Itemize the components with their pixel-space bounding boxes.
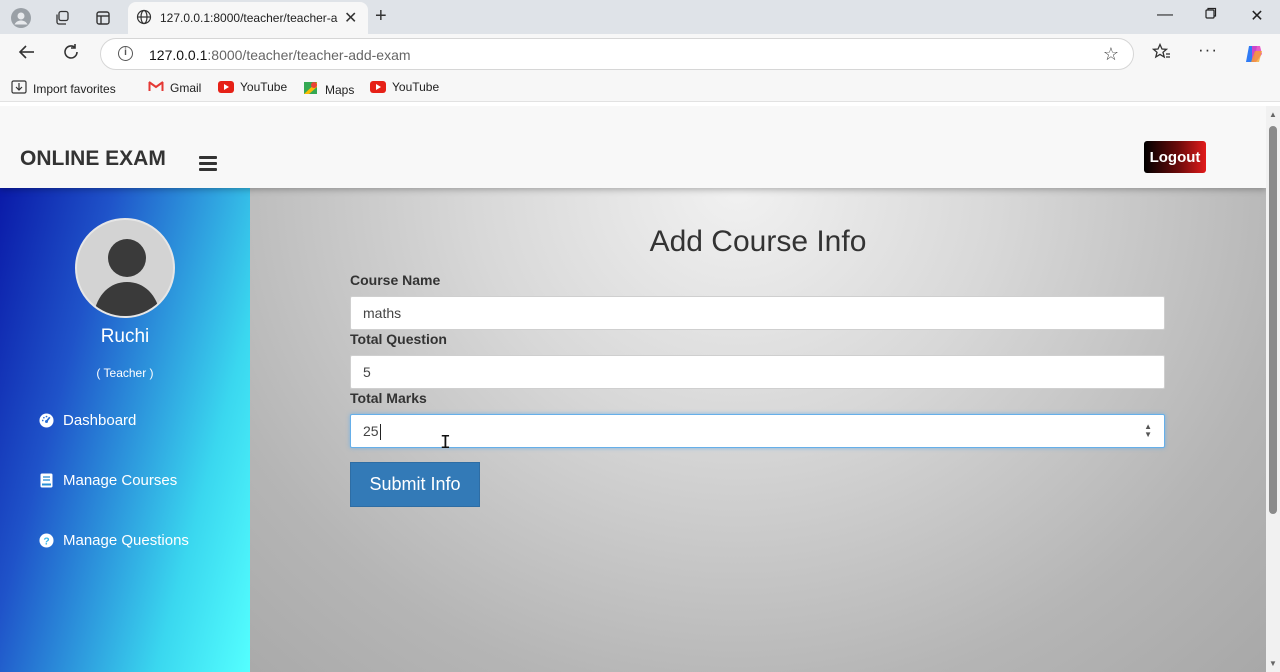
globe-icon: [136, 9, 152, 30]
dashboard-icon: [38, 413, 54, 429]
close-window-icon[interactable]: ✕: [1242, 6, 1272, 28]
back-icon[interactable]: [18, 43, 36, 66]
web-page: ONLINE EXAM Logout Ruchi ( Teacher ) Das…: [0, 106, 1266, 672]
profile-icon[interactable]: [10, 7, 32, 29]
avatar: [75, 218, 175, 318]
svg-text:?: ?: [43, 536, 49, 547]
sidebar-item-manage-courses[interactable]: Manage Courses: [38, 472, 177, 489]
url-text: 127.0.0.1:8000/teacher/teacher-add-exam: [149, 47, 411, 63]
submit-button[interactable]: Submit Info: [350, 462, 480, 507]
address-bar-row: i 127.0.0.1:8000/teacher/teacher-add-exa…: [0, 34, 1280, 74]
url-field[interactable]: i 127.0.0.1:8000/teacher/teacher-add-exa…: [100, 38, 1134, 70]
favorite-star-icon[interactable]: ☆: [1103, 44, 1119, 65]
page-scrollbar[interactable]: ▲ ▼: [1266, 106, 1280, 672]
scroll-thumb[interactable]: [1269, 126, 1277, 514]
import-icon: [11, 80, 27, 97]
main-content: Add Course Info Course Name maths Total …: [250, 188, 1266, 672]
user-name: Ruchi: [100, 326, 150, 347]
sidebar-item-manage-questions[interactable]: ? Manage Questions: [38, 532, 189, 549]
scroll-down-icon[interactable]: ▼: [1269, 659, 1277, 668]
reload-icon[interactable]: [62, 43, 80, 66]
browser-tab-active[interactable]: 127.0.0.1:8000/teacher/teacher-add-exam …: [128, 2, 368, 34]
question-icon: ?: [38, 533, 54, 549]
mouse-cursor-ibeam: I: [440, 432, 451, 453]
browser-tab-bar: 127.0.0.1:8000/teacher/teacher-add-exam …: [0, 0, 1280, 34]
text-caret: [379, 424, 381, 441]
total-marks-label: Total Marks: [350, 390, 427, 406]
minimize-icon[interactable]: —: [1150, 6, 1180, 28]
user-role: ( Teacher ): [96, 366, 154, 380]
course-name-input[interactable]: maths: [350, 296, 1165, 330]
bookmark-import-favorites[interactable]: Import favorites: [11, 80, 116, 97]
new-tab-icon[interactable]: +: [375, 5, 387, 28]
maps-icon: [303, 80, 319, 99]
restore-icon[interactable]: [1196, 6, 1226, 28]
total-question-input[interactable]: 5: [350, 355, 1165, 389]
bookmark-maps[interactable]: Maps: [303, 80, 354, 99]
bookmarks-bar: Import favorites Gmail YouTube Maps YouT…: [0, 74, 1280, 102]
logout-button[interactable]: Logout: [1144, 141, 1206, 173]
menu-toggle-icon[interactable]: [199, 156, 217, 171]
top-navbar: ONLINE EXAM Logout: [0, 106, 1266, 188]
tab-actions-icon[interactable]: [92, 7, 114, 29]
workspaces-icon[interactable]: [51, 7, 73, 29]
site-info-icon[interactable]: i: [118, 46, 133, 61]
tab-title: 127.0.0.1:8000/teacher/teacher-add-exam: [160, 11, 338, 25]
page-title: Add Course Info: [649, 225, 867, 258]
youtube-icon: [218, 81, 234, 93]
favorites-icon[interactable]: [1151, 42, 1171, 66]
sidebar-item-dashboard[interactable]: Dashboard: [38, 412, 136, 429]
gmail-icon: [148, 80, 164, 95]
close-tab-icon[interactable]: ✕: [344, 8, 357, 28]
bookmark-youtube-2[interactable]: YouTube: [370, 80, 439, 94]
bookmark-youtube[interactable]: YouTube: [218, 80, 287, 94]
brand-title[interactable]: ONLINE EXAM: [20, 147, 166, 171]
youtube-icon: [370, 81, 386, 93]
total-marks-input[interactable]: 25 ▲ ▼: [350, 414, 1165, 448]
bookmark-gmail[interactable]: Gmail: [148, 80, 201, 95]
total-question-label: Total Question: [350, 331, 447, 347]
sidebar: Ruchi ( Teacher ) Dashboard Manage Cours…: [0, 188, 250, 672]
copilot-icon[interactable]: [1243, 43, 1265, 70]
book-icon: [38, 473, 54, 489]
scroll-up-icon[interactable]: ▲: [1269, 110, 1277, 119]
more-options-icon[interactable]: ···: [1198, 40, 1218, 60]
course-name-label: Course Name: [350, 272, 441, 288]
number-spinner[interactable]: ▲ ▼: [1144, 423, 1152, 439]
